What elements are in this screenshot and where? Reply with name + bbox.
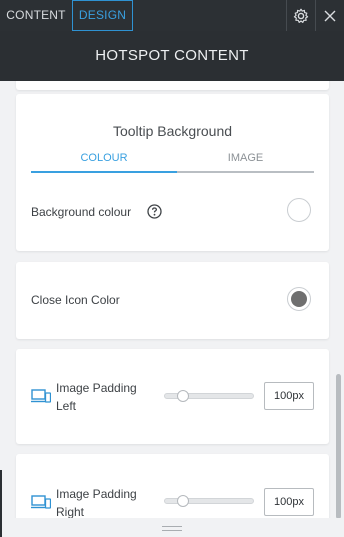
editor-panel: CONTENT DESIGN HOTSPOT CONTENT Tooltip B… — [0, 0, 344, 537]
settings-scroll-area[interactable]: Tooltip Background COLOUR IMAGE Backgrou… — [0, 81, 344, 522]
device-icon[interactable] — [31, 495, 51, 509]
close-icon-color-label: Close Icon Color — [31, 293, 120, 307]
top-tab-bar: CONTENT DESIGN — [0, 0, 344, 32]
close-button[interactable] — [315, 0, 344, 31]
close-icon-color-card: Close Icon Color — [16, 262, 329, 339]
grip-icon[interactable] — [162, 526, 182, 531]
settings-button[interactable] — [286, 0, 315, 31]
swatch-fill — [291, 291, 307, 307]
vertical-scrollbar[interactable] — [336, 374, 341, 519]
background-colour-swatch[interactable] — [287, 198, 311, 222]
previous-card — [16, 81, 329, 90]
tab-design[interactable]: DESIGN — [72, 0, 133, 31]
help-icon[interactable] — [147, 204, 162, 219]
panel-title: HOTSPOT CONTENT — [0, 31, 344, 81]
background-colour-label: Background colour — [31, 205, 132, 219]
tooltip-background-tabs: COLOUR IMAGE — [31, 151, 314, 173]
image-padding-right-label: Image Padding Right — [56, 485, 156, 521]
image-padding-left-input[interactable]: 100px — [264, 382, 314, 410]
tab-colour[interactable]: COLOUR — [31, 151, 177, 173]
image-padding-right-card: Image Padding Right 100px — [16, 454, 329, 522]
close-icon — [324, 10, 336, 21]
image-padding-right-input[interactable]: 100px — [264, 488, 314, 516]
settings-icon — [293, 8, 309, 23]
tab-content[interactable]: CONTENT — [0, 0, 72, 31]
slider-handle[interactable] — [177, 390, 189, 402]
tab-image[interactable]: IMAGE — [177, 151, 314, 173]
label-line-1: Image Padding — [56, 487, 137, 501]
tooltip-background-title: Tooltip Background — [112, 123, 233, 139]
label-line-2: Left — [56, 399, 77, 413]
label-line-1: Image Padding — [56, 381, 137, 395]
slider-handle[interactable] — [177, 495, 189, 507]
tooltip-background-card: Tooltip Background COLOUR IMAGE Backgrou… — [16, 94, 329, 251]
left-edge — [0, 470, 2, 537]
image-padding-left-card: Image Padding Left 100px — [16, 349, 329, 444]
close-icon-color-swatch[interactable] — [287, 287, 311, 311]
resize-bar — [0, 518, 344, 537]
image-padding-left-label: Image Padding Left — [56, 379, 156, 415]
device-icon[interactable] — [31, 389, 51, 403]
